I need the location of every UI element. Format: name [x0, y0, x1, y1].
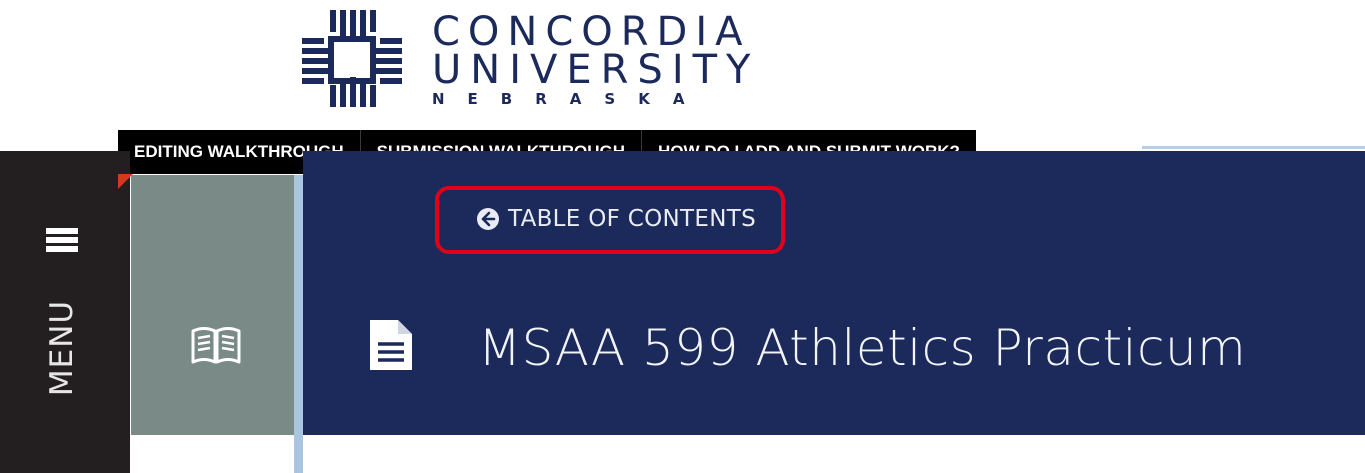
table-of-contents-link[interactable]: TABLE OF CONTENTS	[476, 203, 756, 235]
arrow-left-circle-icon	[477, 208, 499, 230]
menu-button-label[interactable]: MENU	[44, 300, 80, 396]
hamburger-icon[interactable]	[46, 228, 78, 256]
document-icon	[370, 320, 412, 370]
book-panel	[131, 175, 294, 435]
logo-text-university: UNIVERSITY	[432, 47, 760, 93]
toc-label: TABLE OF CONTENTS	[508, 206, 756, 232]
logo-text-nebraska: NEBRASKA	[432, 90, 708, 108]
logo-cross-icon	[302, 10, 402, 107]
header-accent-line	[1142, 146, 1365, 149]
university-logo[interactable]: CONCORDIA UNIVERSITY NEBRASKA	[302, 10, 750, 110]
panel-divider	[294, 175, 303, 473]
open-book-icon[interactable]	[190, 325, 242, 365]
course-title: MSAA 599 Athletics Practicum	[478, 319, 1247, 377]
